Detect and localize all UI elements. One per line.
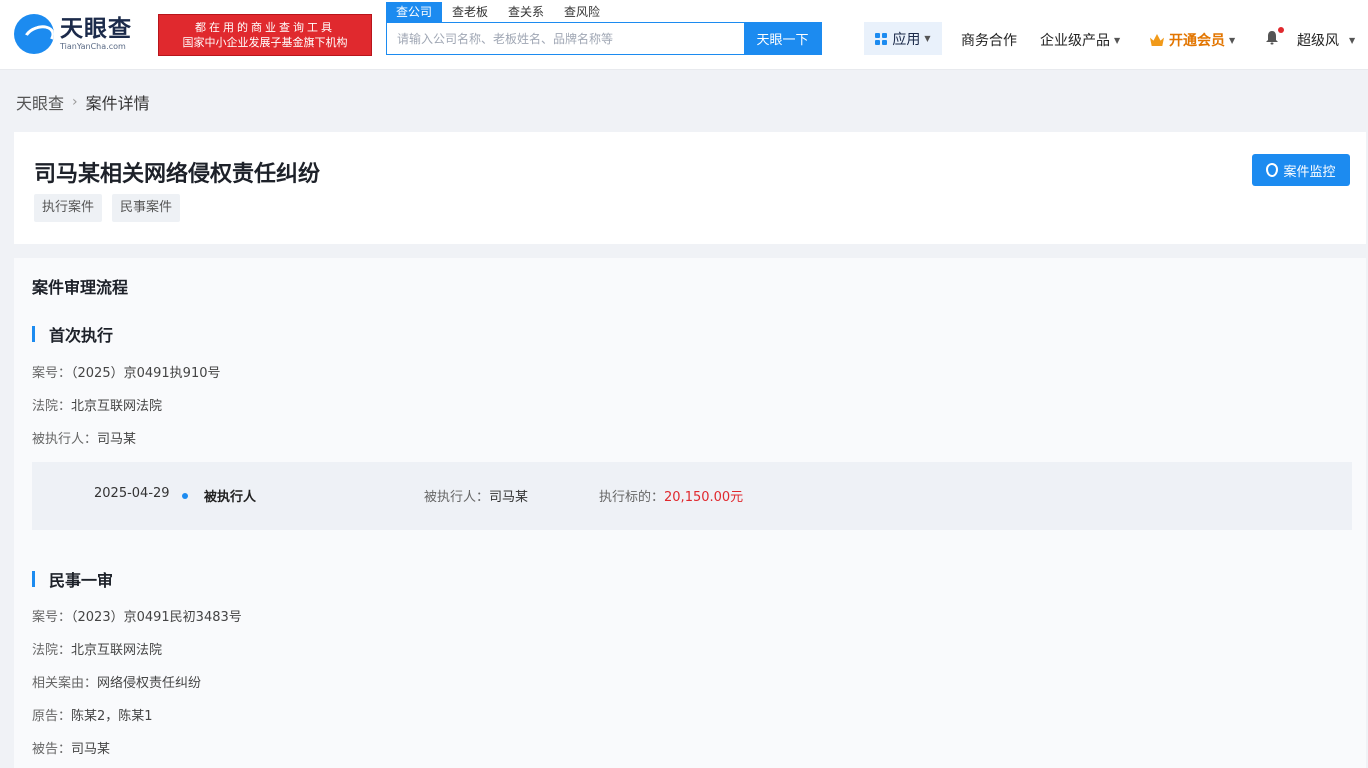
- apps-button[interactable]: 应用 ▼: [864, 22, 942, 55]
- promo-line-2: 国家中小企业发展子基金旗下机构: [182, 36, 348, 49]
- search-tab-boss[interactable]: 查老板: [442, 2, 498, 22]
- field-court: 法院：北京互联网法院: [32, 399, 163, 414]
- record-date: 2025-04-29: [94, 486, 170, 501]
- logo-icon: [14, 14, 54, 54]
- stage-marker: [32, 326, 35, 342]
- record-person: 被执行人：司马某: [424, 490, 529, 505]
- case-tags: 执行案件 民事案件: [34, 194, 181, 222]
- search-tab-relation[interactable]: 查关系: [498, 2, 554, 22]
- logo-name: 天眼查: [60, 16, 132, 42]
- caret-down-icon: ▼: [1114, 35, 1121, 45]
- user-menu[interactable]: 超级风 ▼: [1297, 30, 1355, 50]
- search-area: 查公司 查老板 查关系 查风险 天眼一下: [384, 0, 824, 60]
- search-button[interactable]: 天眼一下: [744, 23, 821, 54]
- case-title: 司马某相关网络侵权责任纠纷: [34, 162, 321, 187]
- nav-vip-label: 开通会员: [1169, 33, 1225, 49]
- stage-title-text: 民事一审: [49, 571, 114, 590]
- site-logo[interactable]: 天眼查 TianYanCha.com: [14, 12, 154, 56]
- stage-marker: [32, 571, 35, 587]
- search-input[interactable]: [387, 23, 744, 54]
- search-tabs: 查公司 查老板 查关系 查风险: [386, 2, 610, 22]
- caret-down-icon: ▼: [924, 34, 931, 43]
- tag-execution: 执行案件: [34, 194, 103, 222]
- field-case-number: 案号：（2025）京0491执910号: [32, 366, 221, 381]
- section-title: 案件审理流程: [32, 278, 129, 297]
- nav-business[interactable]: 商务合作: [961, 30, 1017, 50]
- execution-record-row[interactable]: 2025-04-29 被执行人 被执行人：司马某 执行标的：20,150.00元: [32, 462, 1352, 530]
- field-court: 法院：北京互联网法院: [32, 643, 163, 658]
- monitor-case-button[interactable]: 案件监控: [1252, 154, 1350, 186]
- field-case-number: 案号：（2023）京0491民初3483号: [32, 610, 242, 625]
- stage-title-text: 首次执行: [49, 326, 114, 345]
- record-role: 被执行人: [204, 490, 257, 505]
- field-defendant: 被执行人：司马某: [32, 432, 137, 447]
- field-plaintiff: 原告：陈某2，陈某1: [32, 709, 153, 724]
- breadcrumb-home[interactable]: 天眼查: [16, 90, 64, 114]
- stage-title-civil-first: 民事一审: [32, 567, 113, 591]
- caret-down-icon: ▼: [1349, 35, 1356, 45]
- breadcrumb: 天眼查 › 案件详情: [16, 90, 150, 114]
- nav-vip[interactable]: 开通会员 ▼: [1150, 30, 1235, 50]
- apps-grid-icon: [875, 32, 888, 45]
- search-tab-risk[interactable]: 查风险: [554, 2, 610, 22]
- logo-domain: TianYanCha.com: [60, 42, 126, 51]
- nav-enterprise[interactable]: 企业级产品 ▼: [1040, 30, 1120, 50]
- promo-banner[interactable]: 都在用的商业查询工具 国家中小企业发展子基金旗下机构: [158, 14, 372, 56]
- bell-icon[interactable]: [1265, 30, 1279, 45]
- case-header-card: 司马某相关网络侵权责任纠纷 执行案件 民事案件 案件监控: [14, 132, 1366, 244]
- notification-dot: [1278, 27, 1284, 33]
- caret-down-icon: ▼: [1229, 35, 1236, 45]
- location-pin-icon: [1266, 163, 1279, 177]
- field-cause: 相关案由：网络侵权责任纠纷: [32, 676, 202, 691]
- username: 超级风: [1297, 33, 1339, 49]
- nav-enterprise-label: 企业级产品: [1040, 33, 1110, 49]
- search-box: 天眼一下: [386, 22, 822, 55]
- tag-civil: 民事案件: [112, 194, 181, 222]
- apps-label: 应用: [892, 31, 921, 48]
- record-amount: 执行标的：20,150.00元: [599, 490, 744, 505]
- chevron-right-icon: ›: [72, 94, 78, 110]
- top-header: 天眼查 TianYanCha.com 都在用的商业查询工具 国家中小企业发展子基…: [0, 0, 1368, 70]
- search-tab-company[interactable]: 查公司: [386, 2, 443, 22]
- field-defendant: 被告：司马某: [32, 742, 111, 757]
- monitor-label: 案件监控: [1283, 164, 1336, 180]
- stage-title-execution: 首次执行: [32, 322, 113, 346]
- case-process-card: 案件审理流程 首次执行 案号：（2025）京0491执910号 法院：北京互联网…: [14, 258, 1366, 768]
- breadcrumb-current: 案件详情: [85, 94, 150, 113]
- promo-line-1: 都在用的商业查询工具: [195, 21, 335, 34]
- timeline-dot-icon: [182, 493, 188, 499]
- crown-icon: [1150, 34, 1164, 46]
